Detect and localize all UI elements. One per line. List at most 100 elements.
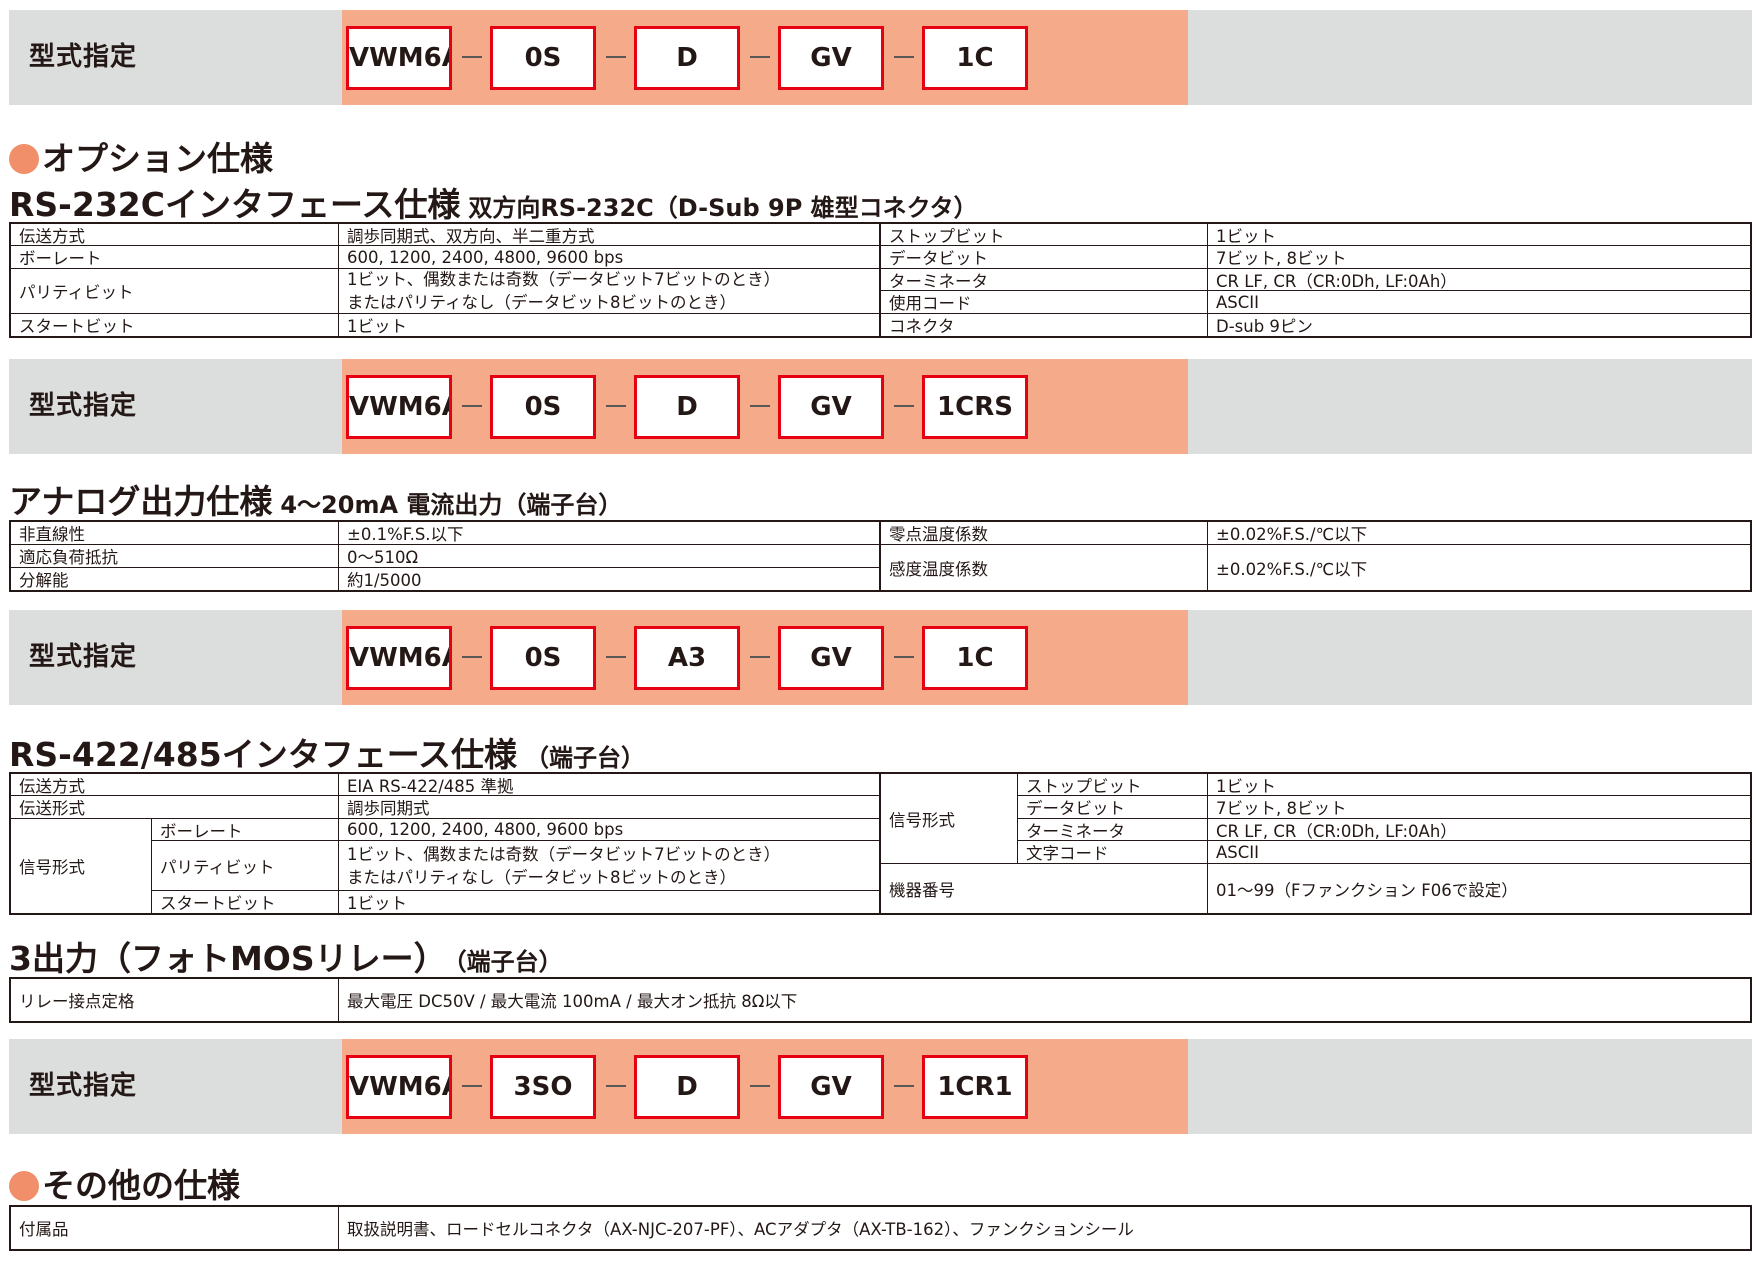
spec-label: パリティビット xyxy=(19,283,134,302)
spec-value: 1ビット xyxy=(347,317,407,336)
model-code-box: VWM6A xyxy=(346,626,452,690)
model-code-box: D xyxy=(634,375,740,439)
code-separator xyxy=(606,1085,626,1087)
spec-value: 最大電圧 DC50V / 最大電流 100mA / 最大オン抵抗 8Ω以下 xyxy=(347,992,798,1011)
spec-label: 機器番号 xyxy=(889,880,955,900)
code-separator xyxy=(462,1085,482,1087)
spec-label: 適応負荷抵抗 xyxy=(19,548,118,567)
code-separator xyxy=(894,656,914,658)
model-code-box: D xyxy=(634,26,740,90)
spec-label: 伝送方式 xyxy=(19,226,85,246)
spec-value: 調歩同期式 xyxy=(347,799,430,818)
model-code-box: 1CR1 xyxy=(922,1055,1028,1119)
spec-label: ボーレート xyxy=(19,249,102,268)
spec-label: 文字コード xyxy=(1026,844,1109,863)
code-separator xyxy=(750,405,770,407)
model-code-box: 0S xyxy=(490,375,596,439)
signal-group-label: 信号形式 xyxy=(19,858,85,877)
model-code-box: VWM6A xyxy=(346,375,452,439)
spec-value: 1ビット、偶数または奇数（データビット7ビットのとき） またはパリティなし（データ… xyxy=(347,270,781,312)
spec-value: 0～510Ω xyxy=(347,548,419,567)
spec-value: 1ビット、偶数または奇数（データビット7ビットのとき） またはパリティなし（データ… xyxy=(347,844,781,887)
model-code-box: GV xyxy=(778,626,884,690)
model-label: 型式指定 xyxy=(29,642,138,672)
spec-value: 約1/5000 xyxy=(347,571,422,590)
model-code-box: 1CRS xyxy=(922,375,1028,439)
spec-value: ±0.1%F.S.以下 xyxy=(347,525,464,544)
model-code-box: GV xyxy=(778,1055,884,1119)
model-code-strip: VWM6A 0S D GV 1CRS xyxy=(342,359,1188,454)
spec-value: ASCII xyxy=(1216,292,1260,312)
spec-value: CR LF, CR（CR:0Dh, LF:0Ah） xyxy=(1216,821,1457,841)
signal-group-label: 信号形式 xyxy=(889,810,955,830)
code-separator xyxy=(606,405,626,407)
spec-value: 調歩同期式、双方向、半二重方式 xyxy=(347,226,595,246)
bullet-dot-icon xyxy=(9,144,39,174)
code-separator xyxy=(894,56,914,58)
spec-value: CR LF, CR（CR:0Dh, LF:0Ah） xyxy=(1216,271,1457,291)
code-separator xyxy=(462,656,482,658)
spec-value: ±0.02%F.S./℃以下 xyxy=(1216,559,1368,579)
spec-value: 7ビット, 8ビット xyxy=(1216,249,1347,268)
spec-value: ASCII xyxy=(1216,842,1260,862)
model-code-strip: VWM6A 0S A3 GV 1C xyxy=(342,610,1188,705)
code-separator xyxy=(462,56,482,58)
spec-label: データビット xyxy=(889,249,988,268)
rs422-spec-table: 伝送方式 EIA RS-422/485 準拠 伝送形式 調歩同期式 信号形式 ボ… xyxy=(9,772,1752,915)
spec-value: 1ビット xyxy=(1216,226,1276,246)
relay-spec-table: リレー接点定格 最大電圧 DC50V / 最大電流 100mA / 最大オン抵抗… xyxy=(9,977,1752,1023)
code-separator xyxy=(462,405,482,407)
options-heading: オプション仕様 xyxy=(9,132,273,180)
spec-value: 600, 1200, 2400, 4800, 9600 bps xyxy=(347,247,624,267)
code-separator xyxy=(606,56,626,58)
model-designation-bar: 型式指定 VWM6A 0S D GV 1CRS xyxy=(9,359,1752,454)
rs232-heading: RS-232Cインタフェース仕様 双方向RS-232C（D-Sub 9P 雄型コネ… xyxy=(9,185,978,224)
bullet-dot-icon xyxy=(9,1171,39,1201)
model-code-box: VWM6A xyxy=(346,1055,452,1119)
spec-value: ±0.02%F.S./℃以下 xyxy=(1216,525,1368,544)
analog-spec-table: 非直線性 ±0.1%F.S.以下 適応負荷抵抗 0～510Ω 分解能 約1/50… xyxy=(9,520,1752,592)
rs422-heading: RS-422/485インタフェース仕様 （端子台） xyxy=(9,735,646,774)
code-separator xyxy=(750,1085,770,1087)
model-code-box: D xyxy=(634,1055,740,1119)
spec-value: 01～99（Fファンクション F06で設定） xyxy=(1216,880,1518,900)
code-separator xyxy=(894,1085,914,1087)
spec-label: スタートビット xyxy=(160,894,276,913)
spec-label: ストップビット xyxy=(1026,776,1142,796)
rs232-spec-table: 伝送方式 調歩同期式、双方向、半二重方式 ボーレート 600, 1200, 24… xyxy=(9,222,1752,338)
relay-heading: 3出力（フォトMOSリレー） （端子台） xyxy=(9,939,563,978)
code-separator xyxy=(750,656,770,658)
model-code-box: 0S xyxy=(490,626,596,690)
spec-label: 付属品 xyxy=(19,1220,69,1239)
spec-label: ターミネータ xyxy=(889,271,988,291)
model-code-strip: VWM6A 0S D GV 1C xyxy=(342,10,1188,105)
analog-heading: アナログ出力仕様 4～20mA 電流出力（端子台） xyxy=(9,482,623,521)
model-designation-bar: 型式指定 VWM6A 3SO D GV 1CR1 xyxy=(9,1039,1752,1134)
spec-value: 取扱説明書、ロードセルコネクタ（AX-NJC-207-PF）、ACアダプタ（AX… xyxy=(347,1220,1134,1239)
spec-label: スタートビット xyxy=(19,317,135,336)
code-separator xyxy=(606,656,626,658)
spec-label: ストップビット xyxy=(889,226,1005,246)
spec-value: 7ビット, 8ビット xyxy=(1216,799,1347,818)
spec-label: 伝送方式 xyxy=(19,776,85,796)
model-code-box: 0S xyxy=(490,26,596,90)
spec-label: 分解能 xyxy=(19,571,69,590)
model-label: 型式指定 xyxy=(29,42,138,72)
model-code-strip: VWM6A 3SO D GV 1CR1 xyxy=(342,1039,1188,1134)
model-designation-bar: 型式指定 VWM6A 0S A3 GV 1C xyxy=(9,610,1752,705)
spec-value: 1ビット xyxy=(347,894,407,913)
model-code-box: 1C xyxy=(922,626,1028,690)
spec-label: 使用コード xyxy=(889,294,972,313)
model-code-box: VWM6A xyxy=(346,26,452,90)
spec-value: 1ビット xyxy=(1216,776,1276,796)
spec-value: EIA RS-422/485 準拠 xyxy=(347,776,514,796)
spec-value: 600, 1200, 2400, 4800, 9600 bps xyxy=(347,820,624,839)
spec-value: D-sub 9ピン xyxy=(1216,317,1313,336)
code-separator xyxy=(894,405,914,407)
spec-label: データビット xyxy=(1026,799,1125,818)
code-separator xyxy=(750,56,770,58)
model-code-box: GV xyxy=(778,26,884,90)
spec-label: コネクタ xyxy=(889,317,955,336)
model-code-box: 3SO xyxy=(490,1055,596,1119)
other-spec-table: 付属品 取扱説明書、ロードセルコネクタ（AX-NJC-207-PF）、ACアダプ… xyxy=(9,1205,1752,1251)
